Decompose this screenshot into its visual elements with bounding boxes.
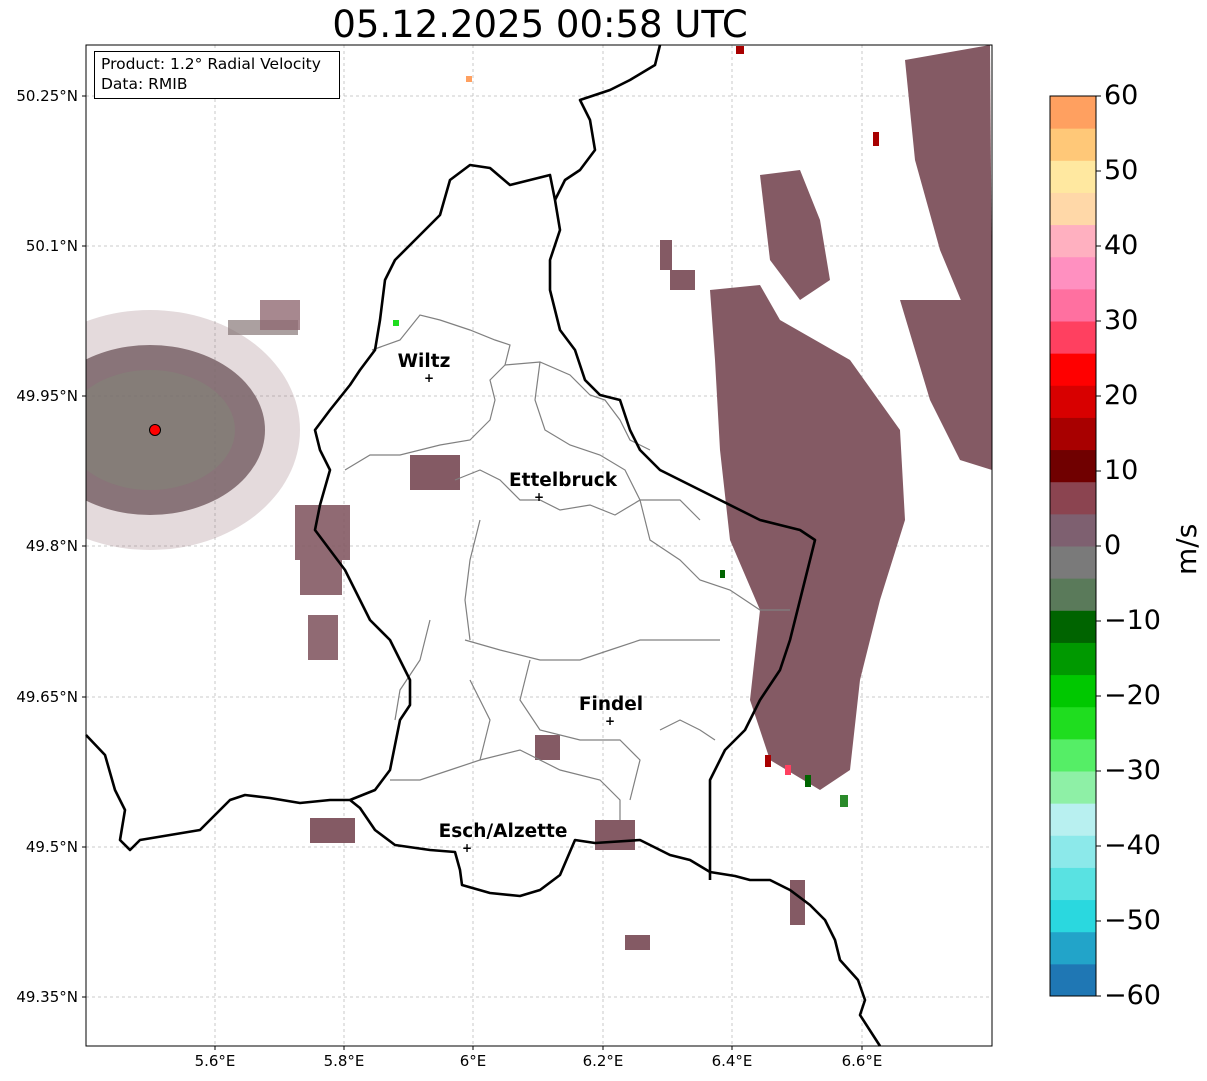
- colorbar-segment: [1050, 867, 1096, 901]
- colorbar-segment: [1050, 449, 1096, 483]
- data-source-label: Data: RMIB: [101, 75, 188, 93]
- lat-tick-label: 50.1°N: [25, 237, 78, 255]
- city-label-wiltz: Wiltz: [397, 351, 451, 372]
- lat-tick-label: 49.95°N: [16, 387, 78, 405]
- colorbar-segment: [1050, 674, 1096, 708]
- colorbar-segment: [1050, 256, 1096, 290]
- colorbar-segment: [1050, 738, 1096, 772]
- colorbar-unit-label: m/s: [1170, 523, 1203, 575]
- plus-icon: +: [533, 490, 545, 504]
- colorbar-segment: [1050, 353, 1096, 386]
- product-label: Product: 1.2° Radial Velocity: [101, 55, 321, 73]
- lat-tick-label: 49.5°N: [25, 838, 78, 856]
- colorbar-tick-label: −60: [1104, 980, 1161, 1011]
- colorbar-tick-label: 0: [1104, 530, 1122, 561]
- colorbar-segment: [1050, 224, 1096, 258]
- colorbar-segment: [1050, 385, 1096, 418]
- colorbar-segment: [1050, 513, 1096, 547]
- plus-icon: +: [423, 371, 435, 385]
- colorbar-tick-label: −50: [1104, 905, 1161, 936]
- radar-echoes-west: [86, 300, 350, 660]
- colorbar-segment: [1050, 771, 1096, 804]
- product-info-box: Product: 1.2° Radial Velocity Data: RMIB: [94, 51, 340, 99]
- colorbar-segment: [1050, 610, 1096, 643]
- radar-site-marker: [149, 424, 161, 436]
- colorbar-tick-label: 60: [1104, 80, 1139, 111]
- colorbar-tick-label: −40: [1104, 830, 1161, 861]
- colorbar-tick-label: 10: [1104, 455, 1139, 486]
- plus-icon: +: [604, 714, 616, 728]
- colorbar-segment: [1050, 160, 1096, 193]
- colorbar-segment: [1050, 192, 1096, 226]
- plus-icon: +: [461, 841, 473, 855]
- lon-tick-label: 5.6°E: [194, 1052, 236, 1070]
- lon-tick-label: 6.2°E: [582, 1052, 624, 1070]
- city-label-findel: Findel: [578, 694, 644, 715]
- colorbar-tick-label: −10: [1104, 605, 1161, 636]
- colorbar-segment: [1050, 417, 1096, 451]
- colorbar-tick-label: 40: [1104, 230, 1139, 261]
- colorbar-tick-label: 30: [1104, 305, 1139, 336]
- lon-tick-label: 6.6°E: [841, 1052, 883, 1070]
- colorbar-segment: [1050, 931, 1096, 965]
- colorbar-segment: [1050, 706, 1096, 740]
- lon-tick-label: 6.4°E: [711, 1052, 753, 1070]
- colorbar-segment: [1050, 899, 1096, 933]
- lon-tick-label: 6°E: [459, 1052, 487, 1070]
- colorbar-segment: [1050, 481, 1096, 515]
- colorbar-segment: [1050, 128, 1096, 161]
- city-label-esch-alzette: Esch/Alzette: [438, 821, 568, 842]
- lat-tick-label: 49.65°N: [16, 688, 78, 706]
- lon-tick-label: 5.8°E: [323, 1052, 365, 1070]
- colorbar-segment: [1050, 96, 1096, 129]
- velocity-colorbar: [1050, 96, 1096, 997]
- radar-echoes-east: [310, 45, 992, 950]
- colorbar-segment: [1050, 546, 1096, 579]
- colorbar-tick-label: −20: [1104, 680, 1161, 711]
- colorbar-segment: [1050, 642, 1096, 676]
- colorbar-segment: [1050, 288, 1096, 322]
- colorbar-segment: [1050, 835, 1096, 868]
- lat-tick-label: 50.25°N: [16, 87, 78, 105]
- colorbar-tick-label: 50: [1104, 155, 1139, 186]
- lat-tick-label: 49.35°N: [16, 988, 78, 1006]
- colorbar-segment: [1050, 963, 1096, 997]
- city-label-ettelbruck: Ettelbruck: [508, 470, 618, 491]
- colorbar-segment: [1050, 321, 1096, 354]
- colorbar-segment: [1050, 578, 1096, 611]
- colorbar-segment: [1050, 803, 1096, 836]
- lat-tick-label: 49.8°N: [25, 537, 78, 555]
- colorbar-tick-label: 20: [1104, 380, 1139, 411]
- colorbar-tick-label: −30: [1104, 755, 1161, 786]
- radar-map: [82, 44, 1101, 1050]
